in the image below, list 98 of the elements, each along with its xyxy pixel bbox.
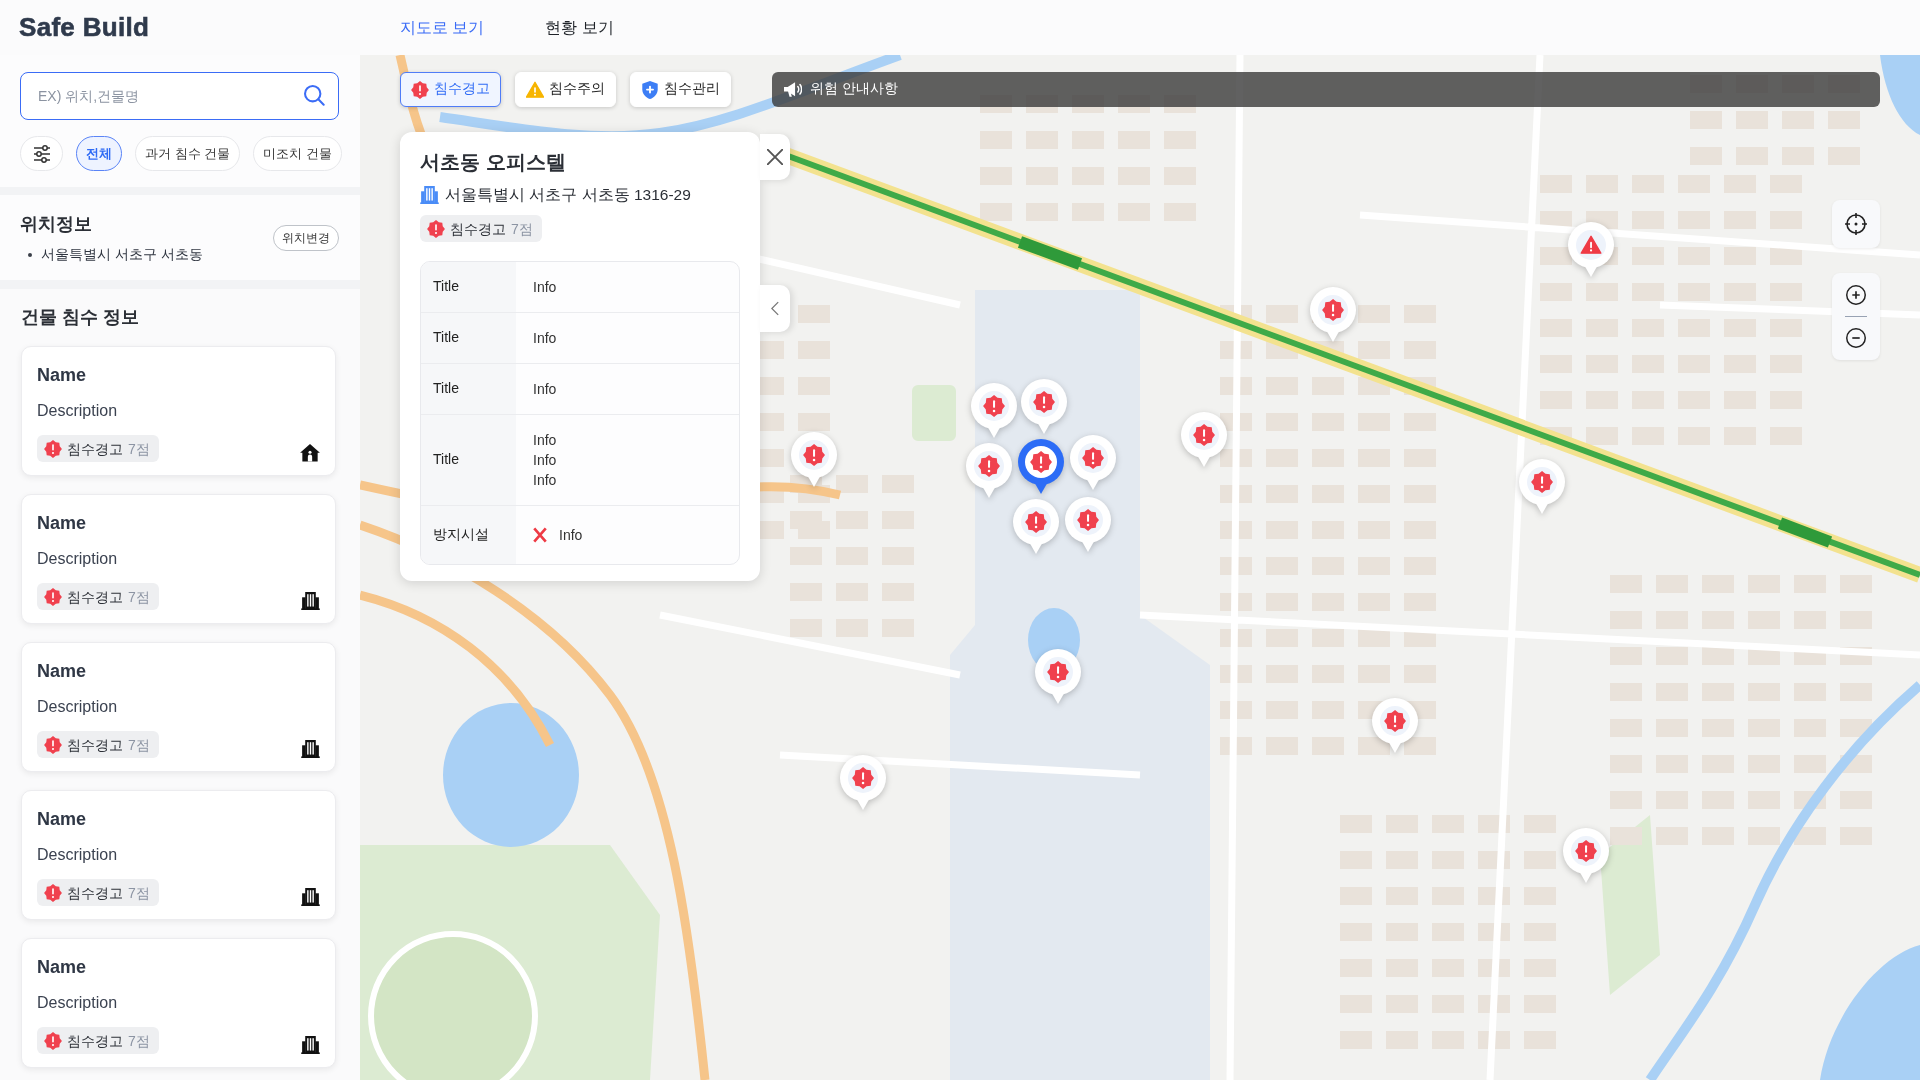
close-icon [767,149,783,165]
building-card[interactable]: Name Description 침수경고 7점 [21,938,336,1068]
map-pin-icon[interactable] [1370,697,1420,755]
info-value: Info [533,328,558,348]
map-pin-icon[interactable] [1016,438,1066,496]
building-name: Name [37,364,88,387]
building-name: Name [37,512,88,535]
row-label: Title [421,414,516,505]
map-pin-icon[interactable] [1308,286,1358,344]
map-pin-icon[interactable] [1033,648,1083,706]
status-score: 7점 [128,885,150,900]
alert-icon [44,883,62,902]
status-label: 침수경고 [67,737,123,752]
section-title: 위치정보 [20,213,93,236]
building-icon [301,888,320,906]
crosshair-icon [1845,213,1867,235]
alert-icon [44,1031,62,1050]
house-icon [300,444,320,462]
status-score: 7점 [128,737,150,752]
building-description: Description [37,697,119,717]
building-card[interactable]: Name Description 침수경고 7점 [21,642,336,772]
popup-title: 서초동 오피스텔 [420,150,567,175]
megaphone-icon [784,82,802,97]
search-icon[interactable] [304,85,325,106]
building-name: Name [37,956,88,979]
building-card[interactable]: Name Description 침수경고 7점 [21,790,336,920]
building-icon [301,592,320,610]
row-label: Title [421,312,516,363]
map-pin-icon[interactable] [964,442,1014,500]
info-value: Info [533,450,558,470]
chevron-left-icon [771,301,779,316]
row-label: 방지시설 [421,505,516,564]
map-pin-icon[interactable] [1179,411,1229,469]
map-filter-button[interactable]: 침수주의 [515,72,616,107]
section-title: 건물 침수 정보 [21,306,140,329]
building-description: Description [37,549,119,569]
filter-chip[interactable]: 과거 침수 건물 [135,136,241,171]
row-label: Title [421,363,516,414]
locate-button[interactable] [1832,200,1880,248]
status-score: 7점 [511,221,533,236]
location-address: 서울특별시 서초구 서초동 [41,246,203,264]
map-pin-icon[interactable] [969,382,1019,440]
status-label: 침수경고 [67,441,123,456]
status-label: 침수경고 [67,589,123,604]
warning-triangle-icon [526,80,544,99]
shield-icon [641,80,659,99]
zoom-out-icon[interactable] [1846,328,1866,348]
alert-icon [44,439,62,458]
alert-icon [411,80,429,99]
zoom-in-icon[interactable] [1846,285,1866,305]
status-score: 7점 [128,589,150,604]
building-icon [420,186,439,204]
alert-icon [427,219,445,238]
change-location-button[interactable]: 위치변경 [273,225,339,251]
map-filter-button[interactable]: 침수경고 [400,72,501,107]
alert-icon [44,587,62,606]
map-pin-icon[interactable] [1011,498,1061,556]
close-button[interactable] [760,134,790,180]
building-name: Name [37,660,88,683]
map-pin-icon[interactable] [838,754,888,812]
app-logo: Safe Build [19,11,150,42]
building-card[interactable]: Name Description 침수경고 7점 [21,346,336,476]
search-field[interactable]: EX) 위치,건물명 [20,72,339,120]
nav-tab[interactable]: 지도로 보기 [400,12,485,43]
sliders-icon [32,144,51,163]
info-value: Info [533,430,558,450]
nav-tab[interactable]: 현황 보기 [545,12,614,43]
building-description: Description [37,845,119,865]
info-value: Info [533,379,558,399]
popup-address: 서울특별시 서초구 서초동 1316-29 [445,185,691,205]
status-label: 침수경고 [67,1033,123,1048]
info-value: Info [533,470,558,490]
map-pin-icon[interactable] [789,431,839,489]
notice-text: 위험 안내사항 [810,80,898,99]
row-label: Title [421,261,516,312]
filter-chip[interactable]: 미조치 건물 [253,136,342,171]
status-score: 7점 [128,441,150,456]
map-filter-button[interactable]: 침수관리 [630,72,731,107]
building-icon [301,740,320,758]
filter-settings-button[interactable] [20,136,63,171]
building-name: Name [37,808,88,831]
status-score: 7점 [128,1033,150,1048]
map-pin-icon[interactable] [1063,496,1113,554]
info-value: Info [533,277,558,297]
building-icon [301,1036,320,1054]
building-description: Description [37,401,119,421]
building-card[interactable]: Name Description 침수경고 7점 [21,494,336,624]
map-pin-icon[interactable] [1019,378,1069,436]
filter-chip[interactable]: 전체 [76,136,122,171]
map-pin-icon[interactable] [1566,221,1616,279]
building-description: Description [37,993,119,1013]
status-label: 침수경고 [450,221,506,236]
status-label: 침수경고 [67,885,123,900]
info-value: Info [559,525,583,545]
bullet-icon [28,253,32,257]
alert-icon [44,735,62,754]
map-pin-icon[interactable] [1068,434,1118,492]
map-pin-icon[interactable] [1561,827,1611,885]
